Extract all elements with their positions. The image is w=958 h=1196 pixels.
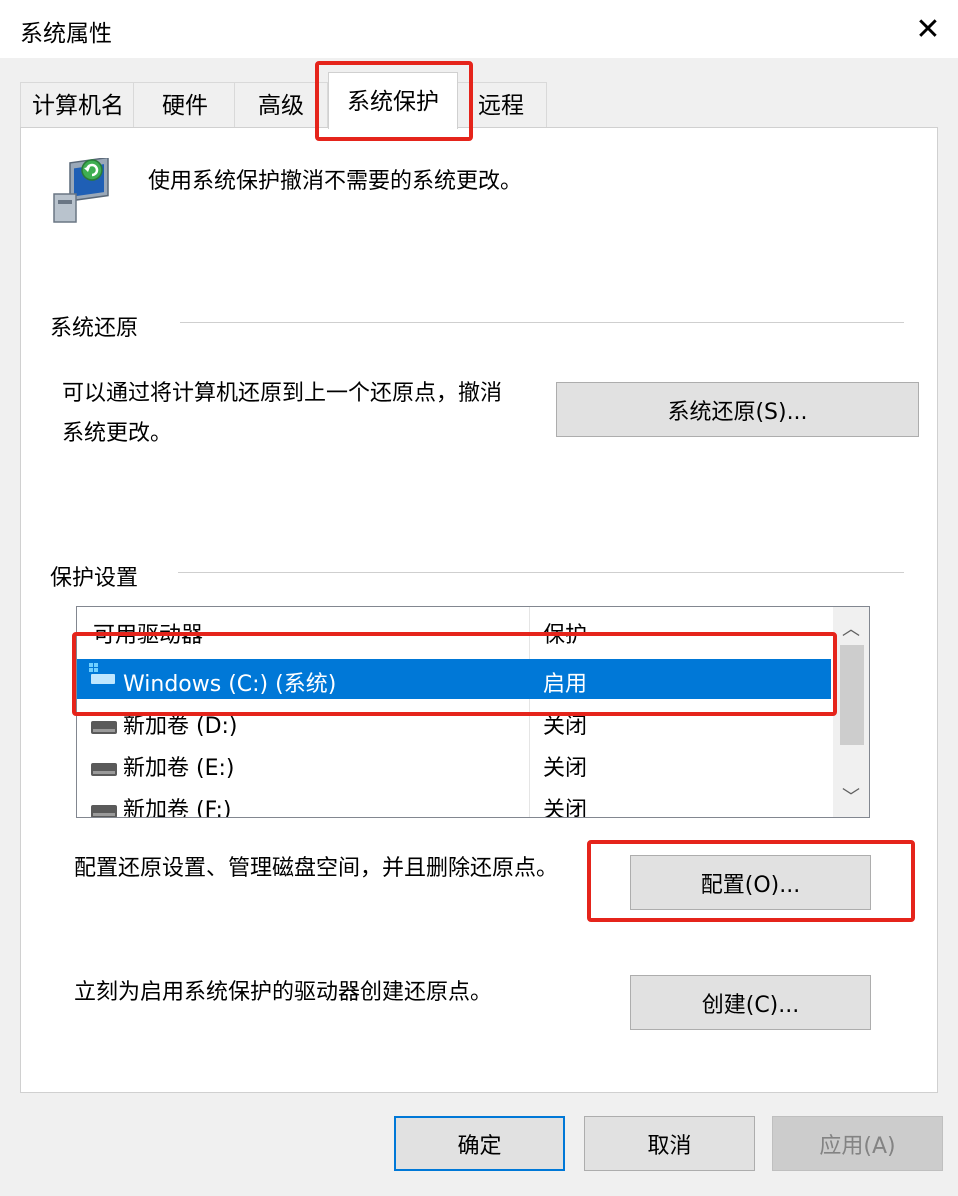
drive-row-c[interactable]: Windows (C:) (系统) 启用: [77, 659, 831, 699]
drive-status: 关闭: [543, 714, 588, 739]
system-restore-description: 可以通过将计算机还原到上一个还原点，撤消 系统更改。: [62, 374, 552, 454]
drive-icon: [91, 799, 117, 817]
close-icon: ✕: [915, 11, 941, 47]
drive-row-d[interactable]: 新加卷 (D:) 关闭: [77, 701, 831, 741]
create-button[interactable]: 创建(C)...: [630, 975, 871, 1030]
section-divider: [178, 572, 904, 573]
list-scrollbar[interactable]: ︿ ﹀: [833, 607, 869, 817]
window-title: 系统属性: [20, 21, 112, 47]
system-restore-heading: 系统还原: [50, 310, 139, 342]
scroll-up-icon[interactable]: ︿: [833, 611, 869, 645]
drive-status: 关闭: [543, 756, 588, 781]
tab-label: 远程: [478, 93, 524, 119]
drive-name: 新加卷 (E:): [123, 756, 235, 781]
drive-row-e[interactable]: 新加卷 (E:) 关闭: [77, 743, 831, 783]
drive-icon: [91, 715, 117, 734]
intro-text: 使用系统保护撤消不需要的系统更改。: [148, 169, 523, 194]
tab-system-protection[interactable]: 系统保护: [328, 72, 458, 129]
apply-button[interactable]: 应用(A): [772, 1116, 943, 1171]
tab-label: 系统保护: [347, 89, 439, 115]
system-drive-icon: [89, 663, 117, 686]
ok-button[interactable]: 确定: [394, 1116, 565, 1171]
drive-name: 新加卷 (D:): [123, 714, 238, 739]
description-line: 可以通过将计算机还原到上一个还原点，撤消: [62, 381, 503, 406]
scroll-down-icon[interactable]: ﹀: [833, 779, 869, 813]
tab-label: 硬件: [162, 93, 208, 119]
system-protection-icon: [48, 156, 114, 224]
tab-remote[interactable]: 远程: [455, 82, 547, 129]
close-button[interactable]: ✕: [898, 0, 958, 58]
configure-button[interactable]: 配置(O)...: [630, 855, 871, 910]
column-header-drive[interactable]: 可用驱动器: [93, 617, 203, 649]
system-restore-button[interactable]: 系统还原(S)...: [556, 382, 919, 437]
list-header: 可用驱动器 保护: [77, 607, 831, 651]
tab-label: 高级: [258, 93, 304, 119]
column-header-status[interactable]: 保护: [543, 617, 587, 649]
drive-status: 关闭: [543, 798, 588, 818]
tab-hardware[interactable]: 硬件: [133, 82, 237, 129]
configure-description: 配置还原设置、管理磁盘空间，并且删除还原点。: [74, 856, 559, 881]
drive-status: 启用: [543, 672, 588, 697]
drive-row-f[interactable]: 新加卷 (F:) 关闭: [77, 785, 831, 818]
drive-name: Windows (C:) (系统): [123, 672, 337, 697]
protection-settings-heading: 保护设置: [50, 560, 139, 592]
title-bar[interactable]: 系统属性 ✕: [0, 0, 958, 58]
tab-advanced[interactable]: 高级: [234, 82, 328, 129]
drive-list[interactable]: 可用驱动器 保护 Windows (C:) (系统) 启用 新加卷 (D:) 关…: [76, 606, 870, 818]
create-description: 立刻为启用系统保护的驱动器创建还原点。: [74, 980, 493, 1005]
drive-icon: [91, 757, 117, 776]
description-line: 系统更改。: [62, 421, 173, 446]
tab-label: 计算机名: [32, 93, 124, 119]
drive-name: 新加卷 (F:): [123, 798, 232, 818]
cancel-button[interactable]: 取消: [584, 1116, 755, 1171]
scroll-thumb[interactable]: [840, 645, 864, 745]
system-properties-window: 系统属性 ✕ 计算机名 硬件 高级 系统保护 远程 使用系统保护撤消不需要的系统…: [0, 0, 958, 1196]
section-divider: [180, 322, 904, 323]
tab-computer-name[interactable]: 计算机名: [20, 82, 136, 129]
